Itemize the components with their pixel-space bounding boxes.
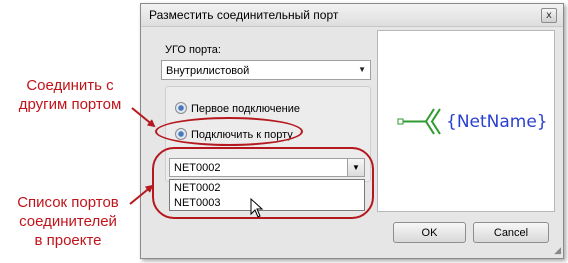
port-symbol-select[interactable]: Внутрилистовой ▼	[161, 60, 371, 80]
ok-button[interactable]: OK	[393, 222, 466, 243]
radio-first-label: Первое подключение	[191, 103, 300, 115]
symbol-preview: {NetName}	[377, 30, 555, 212]
cancel-button[interactable]: Cancel	[473, 222, 549, 243]
callout-port-list: Список портов соединителей в проекте	[0, 193, 136, 250]
callout-line: другим портом	[18, 96, 122, 113]
highlight-oval-connect	[155, 117, 303, 146]
highlight-oval-port-list	[152, 147, 374, 219]
port-symbol-label: УГО порта:	[165, 44, 221, 56]
callout-line: Соединить с	[26, 77, 114, 94]
dropdown-arrow-icon: ▼	[358, 65, 366, 74]
callout-connect-other-port: Соединить с другим портом	[0, 76, 140, 114]
callout-line: Список портов	[17, 194, 119, 211]
preview-netname: {NetName}	[446, 112, 548, 132]
callout-line: соединителей	[19, 213, 117, 230]
resize-grip-icon[interactable]: ◢	[554, 245, 561, 256]
port-symbol-value: Внутрилистовой	[166, 65, 250, 77]
title-bar: Разместить соединительный порт x	[141, 4, 563, 27]
radio-first-connection[interactable]: Первое подключение	[175, 102, 300, 115]
close-button[interactable]: x	[541, 8, 557, 23]
callout-line: в проекте	[34, 232, 102, 249]
radio-icon	[175, 102, 187, 114]
dialog-title: Разместить соединительный порт	[149, 8, 339, 22]
